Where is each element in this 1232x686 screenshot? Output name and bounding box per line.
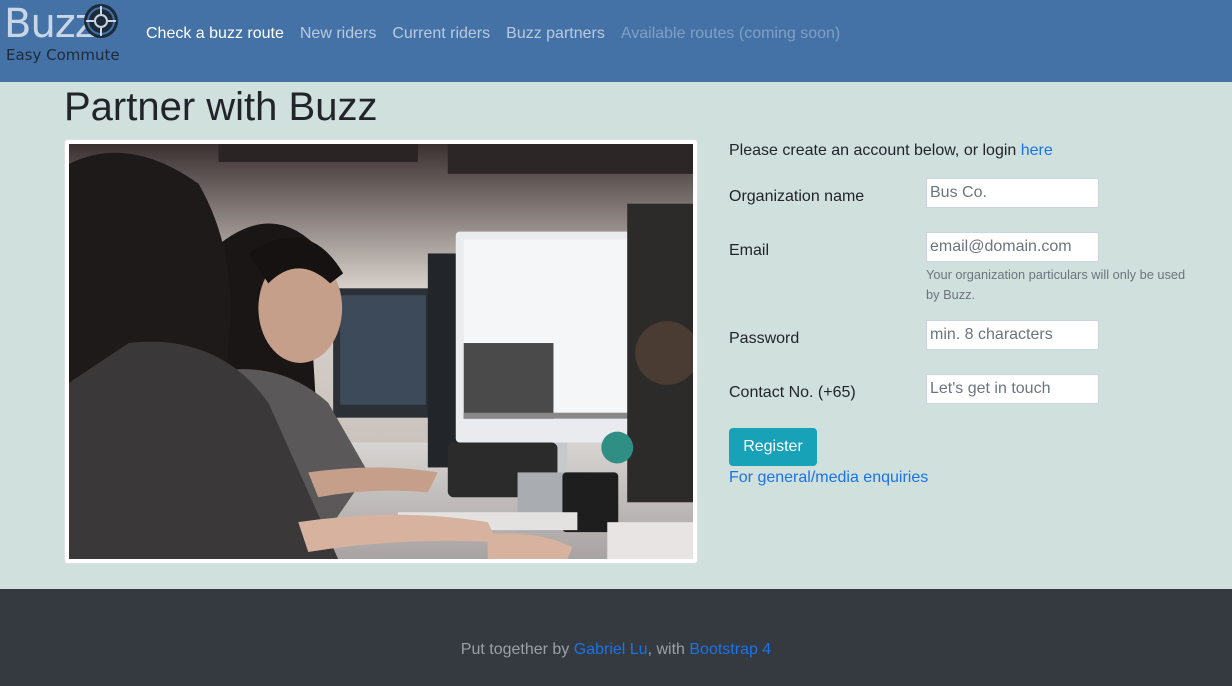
page-title: Partner with Buzz [64, 85, 378, 129]
nav-item-new-riders[interactable]: New riders [300, 22, 376, 46]
nav-item-buzz-partners[interactable]: Buzz partners [506, 22, 605, 46]
author-link[interactable]: Gabriel Lu [574, 641, 648, 658]
org-name-input[interactable] [926, 178, 1099, 208]
nav-item-available-routes: Available routes (coming soon) [620, 25, 841, 42]
bootstrap-link[interactable]: Bootstrap 4 [689, 641, 771, 658]
register-button[interactable]: Register [729, 428, 817, 466]
password-label: Password [729, 330, 800, 347]
footer-credits: Put together by Gabriel Lu, with Bootstr… [0, 638, 1232, 662]
brand-logo-link[interactable]: Buzz Easy Commute [4, 2, 120, 66]
email-input[interactable] [926, 232, 1099, 262]
main-nav: Check a buzz route New riders Current ri… [146, 22, 856, 46]
nav-item-current-riders[interactable]: Current riders [392, 22, 490, 46]
office-photo-image [69, 144, 693, 559]
contact-label: Contact No. (+65) [729, 384, 856, 401]
nav-item-check-route[interactable]: Check a buzz route [146, 22, 284, 46]
form-intro: Please create an account below, or login… [729, 139, 1053, 163]
compass-wheel-icon [84, 4, 118, 38]
page-footer: Put together by Gabriel Lu, with Bootstr… [0, 589, 1232, 686]
top-navbar: Buzz Easy Commute Check a buzz route New… [0, 0, 1232, 82]
email-label: Email [729, 242, 770, 259]
footer-prefix: Put together by [460, 641, 574, 658]
contact-input[interactable] [926, 374, 1099, 404]
form-intro-text: Please create an account below, or login [729, 142, 1021, 159]
footer-middle: , with [647, 641, 690, 658]
brand-tagline: Easy Commute [6, 46, 120, 64]
org-name-label: Organization name [729, 188, 865, 205]
password-input[interactable] [926, 320, 1099, 350]
email-help-text: Your organization particulars will only … [926, 267, 1186, 302]
login-link[interactable]: here [1021, 142, 1053, 159]
enquiries-link[interactable]: For general/media enquiries [729, 466, 928, 490]
office-photo [64, 139, 698, 564]
